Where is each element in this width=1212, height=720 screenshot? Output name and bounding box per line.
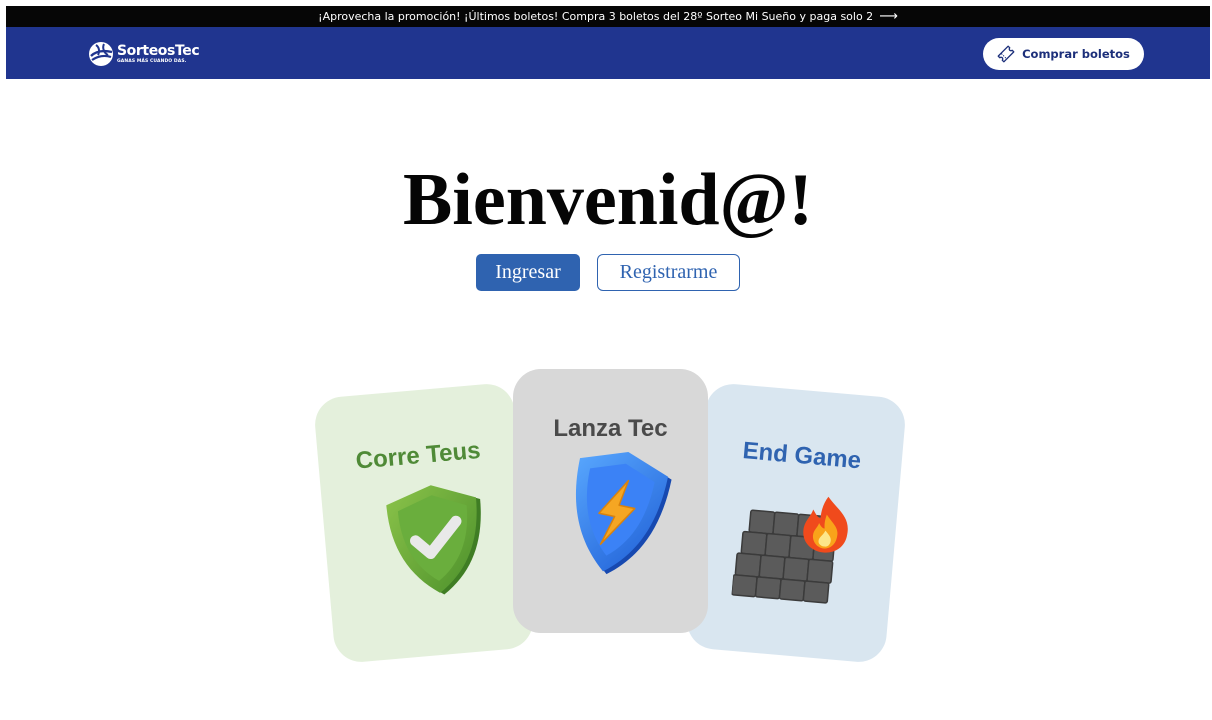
logo-tagline: GANAS MÁS CUANDO DAS. bbox=[117, 58, 187, 64]
shield-lightning-icon bbox=[575, 451, 672, 575]
page: ¡Aprovecha la promoción! ¡Últimos boleto… bbox=[6, 6, 1210, 720]
promo-text: ¡Aprovecha la promoción! ¡Últimos boleto… bbox=[318, 10, 874, 23]
game-card-title: Lanza Tec bbox=[553, 415, 668, 442]
ticket-icon bbox=[997, 45, 1015, 63]
promo-banner[interactable]: ¡Aprovecha la promoción! ¡Últimos boleto… bbox=[6, 6, 1210, 27]
logo-name: SorteosTec bbox=[117, 42, 200, 59]
game-card-end-game[interactable]: End Game bbox=[684, 381, 908, 665]
game-card-lanza-tec[interactable]: Lanza Tec bbox=[513, 369, 708, 633]
page-title: Bienvenid@! bbox=[402, 159, 814, 241]
arrow-right-icon: ⟶ bbox=[879, 9, 898, 24]
shield-check-icon bbox=[386, 485, 481, 595]
logo-link[interactable]: SorteosTec GANAS MÁS CUANDO DAS. bbox=[88, 41, 200, 67]
game-card-title: End Game bbox=[741, 437, 863, 475]
navbar: SorteosTec GANAS MÁS CUANDO DAS. Comprar… bbox=[6, 27, 1210, 79]
buy-tickets-label: Comprar boletos bbox=[1022, 47, 1130, 61]
globe-heart-icon bbox=[89, 42, 113, 66]
login-button[interactable]: Ingresar bbox=[476, 254, 580, 291]
game-card-title: Corre Teus bbox=[354, 436, 482, 475]
register-button[interactable]: Registrarme bbox=[597, 254, 740, 291]
firewall-icon bbox=[731, 496, 848, 604]
buy-tickets-button[interactable]: Comprar boletos bbox=[983, 38, 1144, 70]
game-card-corre-teus[interactable]: Corre Teus bbox=[312, 381, 536, 665]
